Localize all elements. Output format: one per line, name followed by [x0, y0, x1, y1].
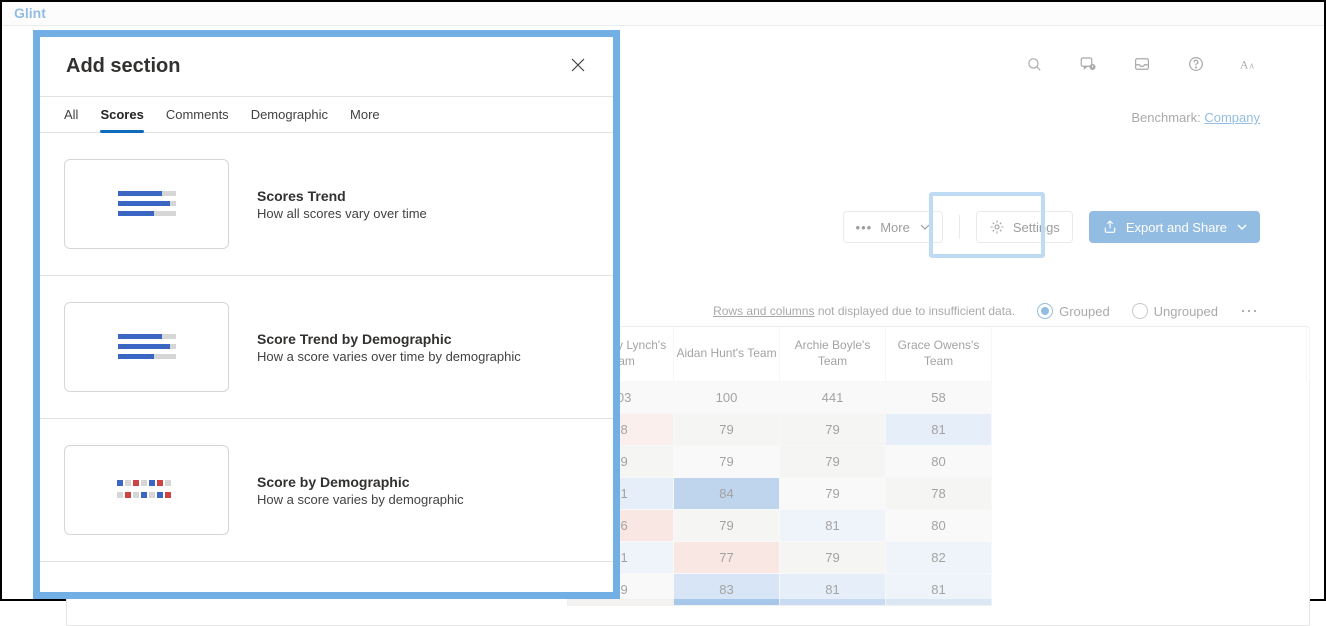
- section-card[interactable]: Score Trend by Demographic How a score va…: [40, 276, 613, 419]
- section-desc: How a score varies by demographic: [257, 492, 464, 507]
- section-card[interactable]: Score by Demographic How a score varies b…: [40, 419, 613, 562]
- section-title: Scores Trend: [257, 188, 427, 204]
- modal-title: Add section: [66, 55, 180, 78]
- close-icon[interactable]: [571, 58, 589, 76]
- section-card[interactable]: Scores Trend How all scores vary over tim…: [40, 133, 613, 276]
- section-card-list: Scores Trend How all scores vary over tim…: [40, 133, 613, 592]
- tab-comments[interactable]: Comments: [166, 107, 229, 132]
- section-thumb: [64, 159, 229, 249]
- section-text: Score Trend by Demographic How a score va…: [257, 331, 521, 364]
- section-title: Score by Demographic: [257, 474, 464, 490]
- section-thumb: [64, 445, 229, 535]
- section-text: Scores Trend How all scores vary over tim…: [257, 188, 427, 221]
- section-title: Score Trend by Demographic: [257, 331, 521, 347]
- tab-demographic[interactable]: Demographic: [251, 107, 328, 132]
- tab-scores[interactable]: Scores: [100, 107, 143, 132]
- tab-all[interactable]: All: [64, 107, 78, 132]
- section-desc: How a score varies over time by demograp…: [257, 349, 521, 364]
- add-section-modal: Add section All Scores Comments Demographic…: [33, 30, 620, 599]
- section-thumb: [64, 302, 229, 392]
- section-text: Score by Demographic How a score varies b…: [257, 474, 464, 507]
- section-desc: How all scores vary over time: [257, 206, 427, 221]
- tab-more[interactable]: More: [350, 107, 380, 132]
- modal-tabs: All Scores Comments Demographic More: [40, 97, 613, 133]
